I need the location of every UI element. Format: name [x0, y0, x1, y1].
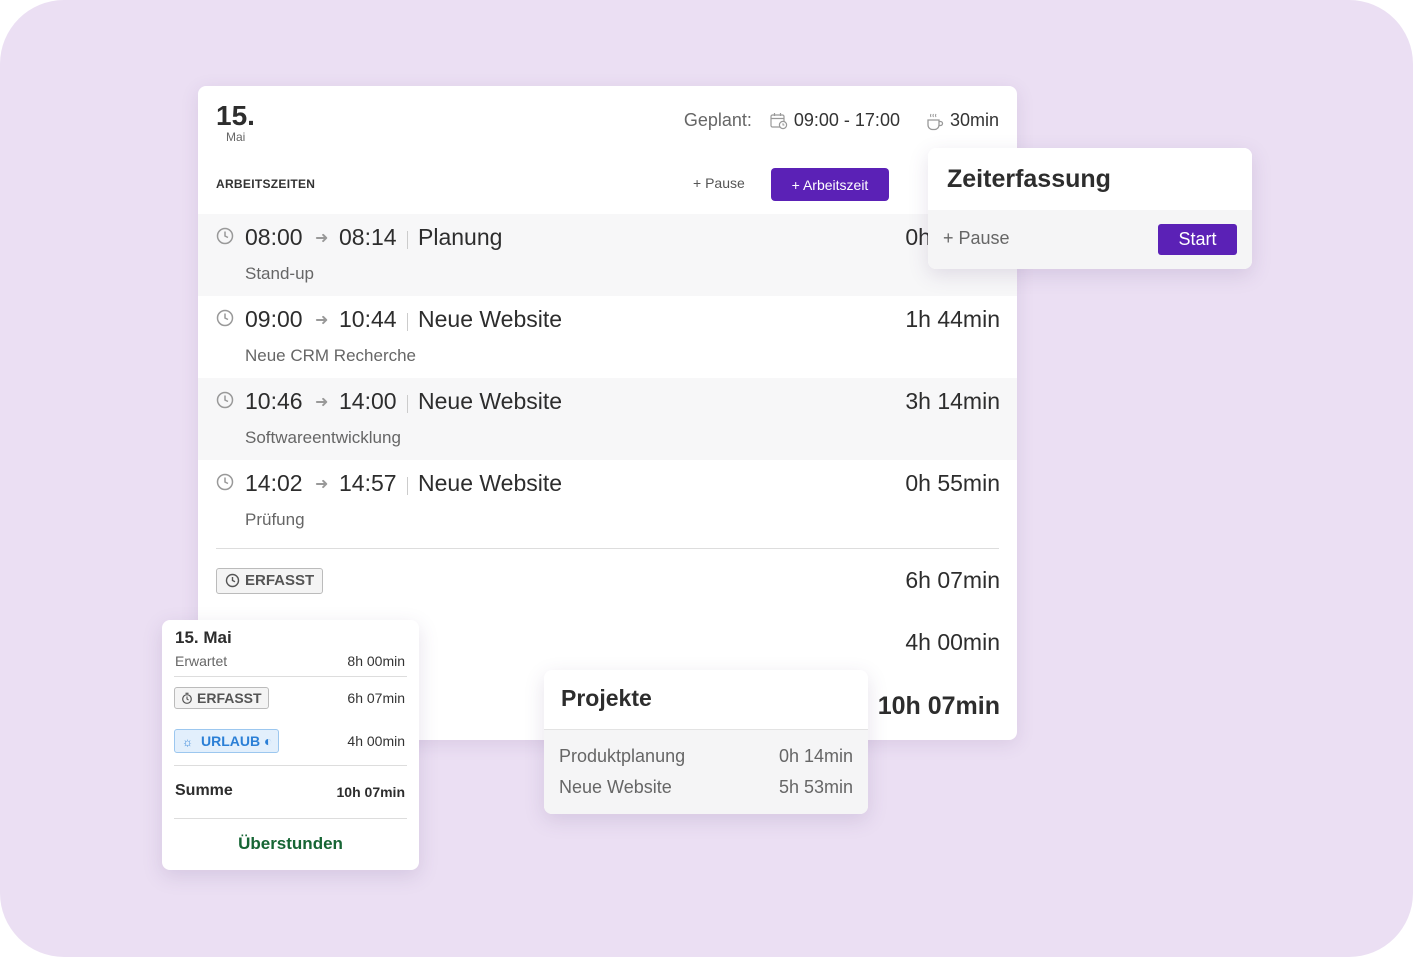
entry-end: 14:57 — [339, 470, 397, 496]
planned-time: 09:00 - 17:00 — [793, 110, 900, 130]
vacation-badge: ☼ URLAUB ◐ — [174, 729, 280, 753]
arrow-right-icon: ➜ — [315, 230, 329, 247]
entry-start: 10:46 — [245, 388, 303, 414]
entry-start: 08:00 — [245, 224, 303, 250]
planned-label: Geplant: — [683, 110, 752, 130]
clock-icon — [216, 473, 234, 491]
project-duration: 5h 53min — [778, 777, 853, 797]
clock-icon — [216, 309, 234, 327]
section-title: ARBEITSZEITEN — [216, 177, 316, 191]
clock-icon — [216, 391, 234, 409]
arrow-right-icon: ➜ — [315, 476, 329, 493]
arrow-right-icon: ➜ — [315, 312, 329, 329]
add-worktime-button[interactable]: + Arbeitszeit — [771, 168, 889, 201]
entry-description: Neue CRM Recherche — [245, 346, 417, 365]
expected-label: Erwartet — [175, 653, 228, 669]
summary-date: 15. Mai — [175, 628, 232, 647]
clock-icon — [225, 573, 240, 588]
entry-end: 08:14 — [339, 224, 397, 250]
time-entry[interactable]: 14:02 ➜ 14:57 Neue Website 0h 55min Prüf… — [198, 460, 1017, 542]
vacation-value: 4h 00min — [347, 733, 405, 749]
vacation-total: 4h 00min — [905, 629, 1000, 655]
entry-project: Neue Website — [418, 306, 563, 332]
entry-start: 14:02 — [245, 470, 303, 496]
half-day-icon: ◐ — [264, 733, 273, 749]
entry-description: Softwareentwicklung — [245, 428, 401, 447]
expected-value: 8h 00min — [347, 653, 405, 669]
coffee-cup-icon — [926, 112, 944, 130]
recorded-badge: ERFASST — [216, 568, 324, 594]
project-name: Neue Website — [559, 777, 672, 797]
time-entry[interactable]: 10:46 ➜ 14:00 Neue Website 3h 14min Soft… — [198, 378, 1017, 460]
entry-duration: 0h 55min — [905, 470, 1000, 496]
recorded-badge: ERFASST — [174, 687, 269, 709]
date-month: Mai — [226, 130, 246, 144]
timer-pause-button[interactable]: + Pause — [943, 228, 1010, 249]
sum-label: Summe — [175, 782, 233, 799]
project-duration: 0h 14min — [778, 746, 853, 766]
entry-project: Neue Website — [418, 388, 563, 414]
projects-title: Projekte — [561, 685, 652, 711]
entry-project: Neue Website — [418, 470, 563, 496]
planned-info: Geplant: 09:00 - 17:00 30min — [684, 110, 999, 131]
grand-total: 10h 07min — [877, 692, 1000, 720]
entry-duration: 3h 14min — [905, 388, 1000, 414]
project-name: Produktplanung — [559, 746, 686, 766]
break-duration: 30min — [949, 110, 999, 130]
time-entry[interactable]: 08:00 ➜ 08:14 Planung 0h 14min Stand-up — [198, 214, 1017, 296]
clock-icon — [216, 227, 234, 245]
entry-end: 10:44 — [339, 306, 397, 332]
sum-value: 10h 07min — [336, 784, 405, 800]
entry-description: Prüfung — [245, 510, 305, 529]
timer-card: Zeiterfassung + Pause Start — [928, 148, 1252, 269]
entry-end: 14:00 — [339, 388, 397, 414]
recorded-total: 6h 07min — [905, 567, 1000, 593]
calendar-clock-icon — [770, 112, 788, 130]
entry-description: Stand-up — [245, 264, 314, 283]
add-pause-button[interactable]: + Pause — [693, 175, 745, 191]
entry-start: 09:00 — [245, 306, 303, 332]
projects-card: Projekte Produktplanung 0h 14min Neue We… — [544, 670, 868, 814]
entry-duration: 1h 44min — [905, 306, 1000, 332]
entry-project: Planung — [418, 224, 503, 250]
timer-start-button[interactable]: Start — [1158, 224, 1237, 255]
timer-title: Zeiterfassung — [947, 165, 1111, 193]
stopwatch-icon — [182, 692, 192, 704]
arrow-right-icon: ➜ — [315, 394, 329, 411]
date-number: 15. — [216, 100, 255, 131]
day-summary-card: 15. Mai Erwartet 8h 00min ERFASST 6h 07m… — [162, 620, 419, 870]
sun-icon: ☼ — [182, 735, 193, 749]
overtime-link[interactable]: Überstunden — [162, 834, 419, 854]
recorded-value: 6h 07min — [347, 690, 405, 706]
divider — [216, 548, 999, 549]
time-entry[interactable]: 09:00 ➜ 10:44 Neue Website 1h 44min Neue… — [198, 296, 1017, 378]
